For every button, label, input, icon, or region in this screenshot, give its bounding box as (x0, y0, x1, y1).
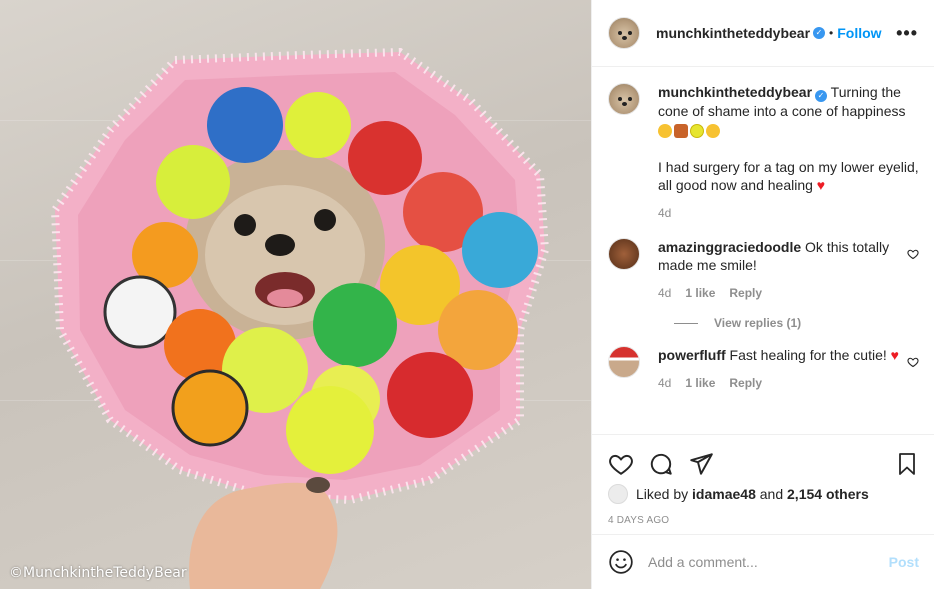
comment-username[interactable]: amazinggraciedoodle (658, 239, 801, 255)
like-heart-icon[interactable] (608, 451, 634, 477)
comment-likes[interactable]: 1 like (685, 284, 715, 302)
separator-dot: • (829, 26, 834, 40)
add-comment-bar: Post (592, 534, 934, 589)
red-heart-icon: ♥ (816, 177, 826, 193)
caption-avatar[interactable] (608, 83, 640, 115)
save-bookmark-icon[interactable] (895, 451, 919, 477)
author-username[interactable]: munchkintheteddybear (656, 25, 810, 41)
caption: munchkintheteddybear ✓ Turning the cone o… (608, 83, 919, 222)
action-icons-row (592, 435, 934, 483)
like-comment-heart-icon[interactable] (907, 248, 919, 260)
others-count[interactable]: 2,154 others (787, 486, 869, 502)
emoji-smiley-icon[interactable] (608, 549, 634, 575)
view-replies-button[interactable]: View replies (1) (674, 316, 919, 330)
reply-button[interactable]: Reply (729, 374, 762, 392)
caption-username[interactable]: munchkintheteddybear (658, 84, 812, 100)
verified-badge-icon: ✓ (815, 90, 828, 102)
share-paper-plane-icon[interactable] (688, 451, 714, 477)
comment-time[interactable]: 4d (658, 374, 671, 392)
comment-text: Fast healing for the cutie! (729, 347, 887, 363)
tennis-ball-icon (690, 124, 704, 138)
post-photo[interactable]: ©MunchkintheTeddyBear (0, 0, 591, 589)
comment-input[interactable] (648, 554, 889, 570)
comment-item: powerfluff Fast healing for the cutie! ♥… (608, 346, 919, 392)
comment-likes[interactable]: 1 like (685, 374, 715, 392)
red-heart-icon: ♥ (890, 347, 899, 363)
liked-by-prefix: Liked by (636, 486, 689, 502)
verified-badge-icon: ✓ (813, 27, 826, 39)
comment-bubble-icon[interactable] (648, 451, 674, 477)
view-replies-label: View replies (1) (714, 316, 802, 330)
more-options-icon[interactable]: ••• (896, 23, 918, 44)
comment-time[interactable]: 4d (658, 284, 671, 302)
like-comment-heart-icon[interactable] (907, 356, 919, 368)
caption-time[interactable]: 4d (658, 204, 671, 222)
likes-and: and (759, 486, 784, 502)
follow-button[interactable]: Follow (837, 25, 881, 41)
author-avatar[interactable] (608, 17, 640, 49)
post-panel: munchkintheteddybear ✓ • Follow ••• munc… (591, 0, 934, 589)
post-timestamp[interactable]: 4 DAYS AGO (592, 515, 934, 529)
comment-username[interactable]: powerfluff (658, 347, 726, 363)
paw-prints-icon (674, 124, 688, 138)
liker-username[interactable]: idamae48 (692, 486, 756, 502)
reply-button[interactable]: Reply (729, 284, 762, 302)
liker-avatar[interactable] (608, 484, 628, 504)
dog-in-cone-illustration (50, 47, 550, 589)
photo-credit: ©MunchkintheTeddyBear (9, 565, 187, 581)
post-actions: Liked by idamae48 and 2,154 others 4 DAY… (592, 434, 934, 589)
comment-item: amazinggraciedoodle Ok this totally made… (608, 238, 919, 302)
post-header: munchkintheteddybear ✓ • Follow ••• (592, 0, 934, 67)
grinning-face-icon (658, 124, 672, 138)
comments-list[interactable]: munchkintheteddybear ✓ Turning the cone o… (592, 67, 934, 434)
smiling-hearts-face-icon (706, 124, 720, 138)
commenter-avatar[interactable] (608, 238, 640, 270)
commenter-avatar[interactable] (608, 346, 640, 378)
caption-text-line2: I had surgery for a tag on my lower eyel… (658, 159, 919, 193)
likes-summary[interactable]: Liked by idamae48 and 2,154 others (592, 483, 934, 505)
post-comment-button[interactable]: Post (889, 554, 919, 570)
